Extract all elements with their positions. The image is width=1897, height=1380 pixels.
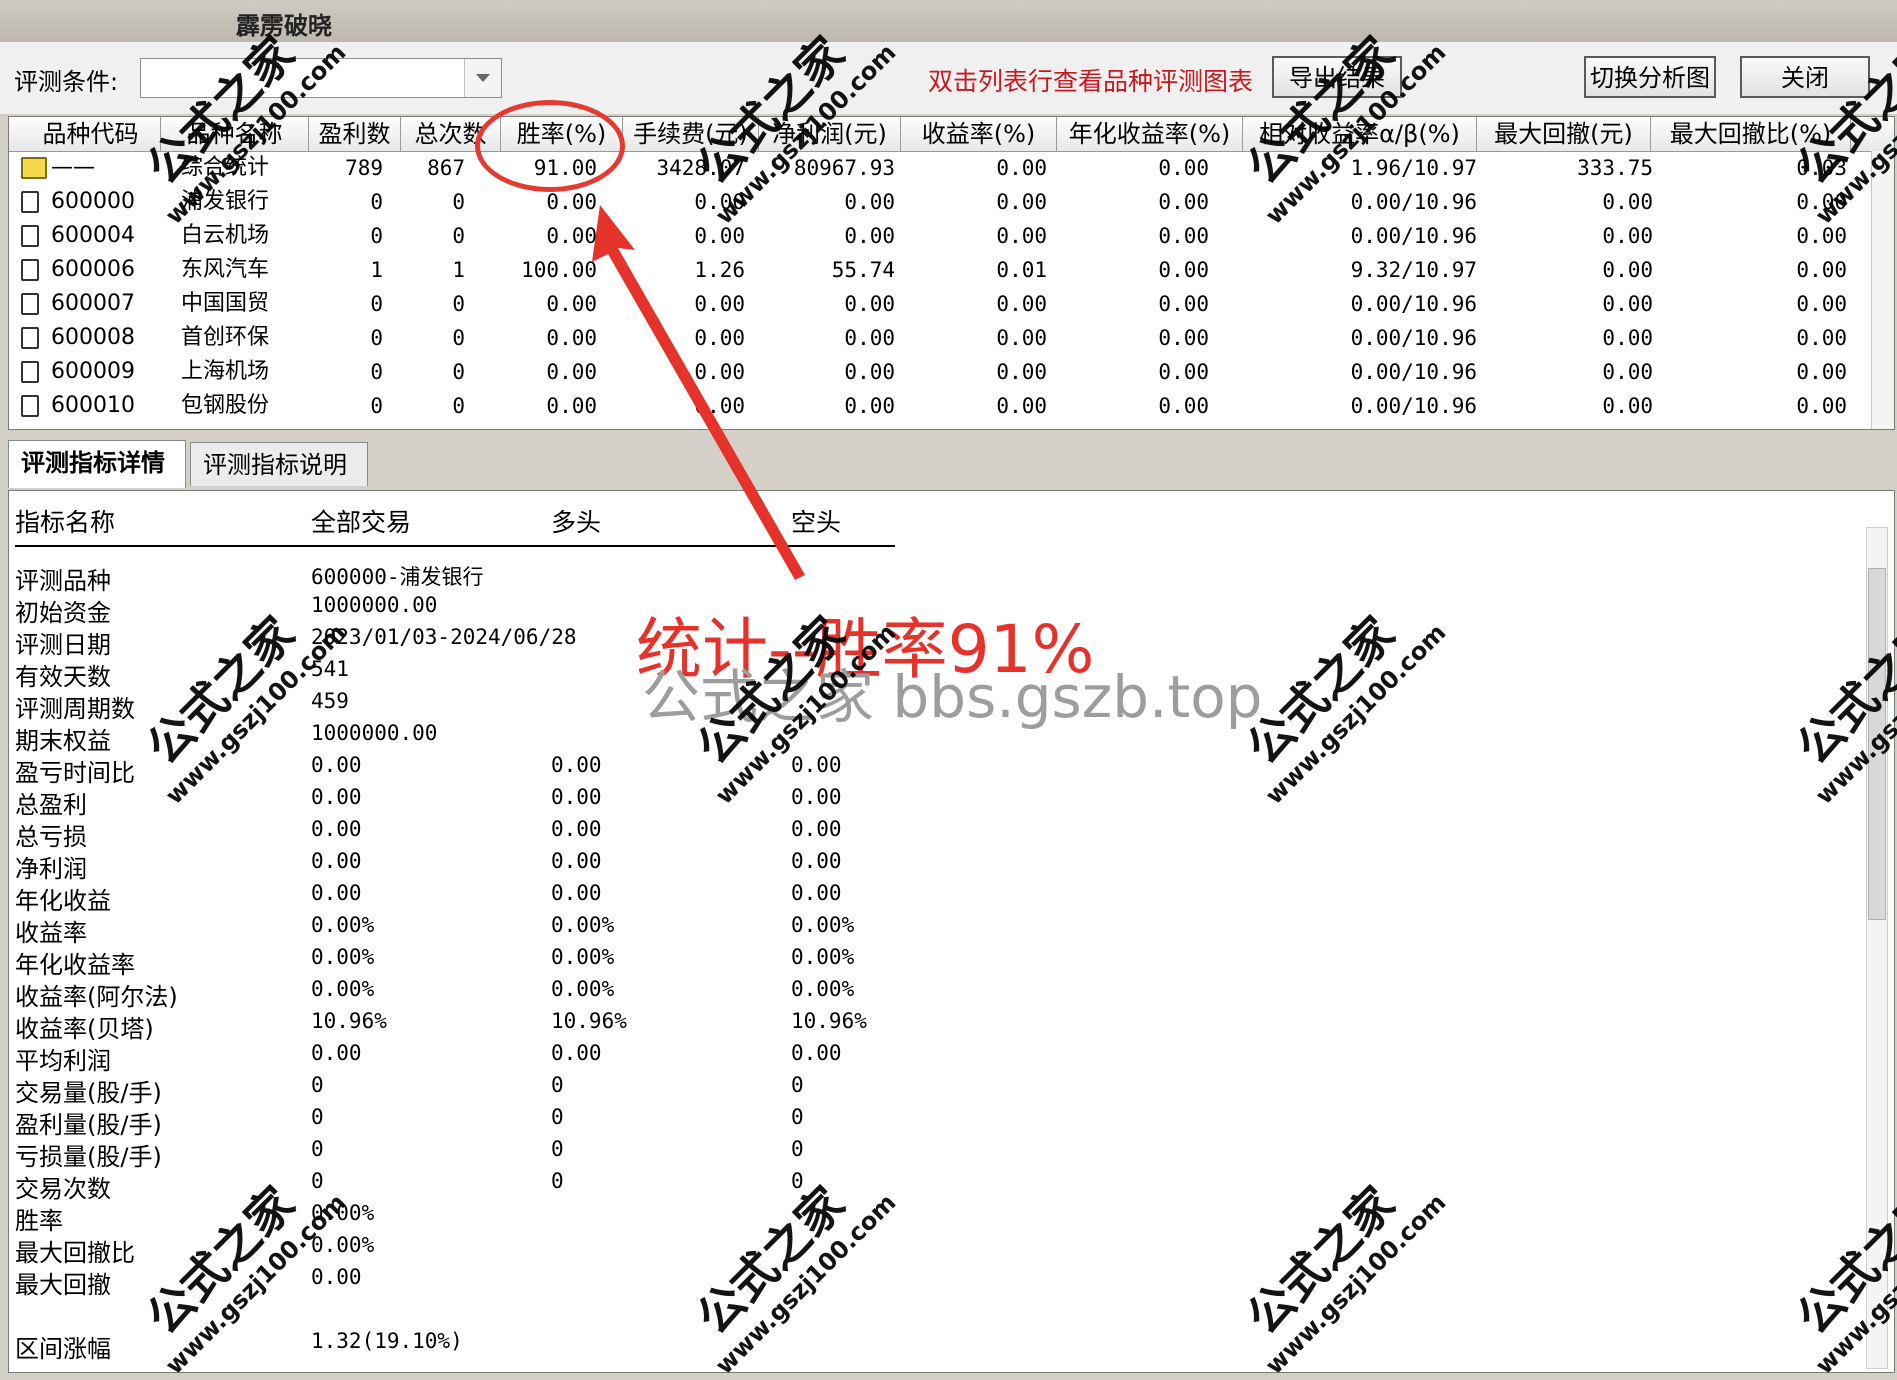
annotation-watermark: 公式之家 bbs.gszb.top xyxy=(642,663,1263,731)
